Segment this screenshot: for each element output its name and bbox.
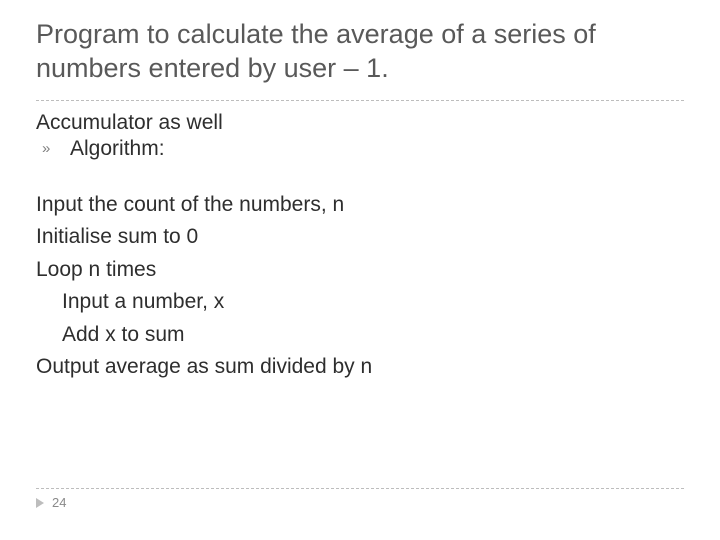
algo-step-2: Initialise sum to 0 — [36, 221, 684, 254]
algo-step-1: Input the count of the numbers, n — [36, 189, 684, 222]
slide-title: Program to calculate the average of a se… — [36, 18, 684, 94]
slide-footer: 24 — [36, 488, 684, 510]
algorithm-block: Input the count of the numbers, n Initia… — [36, 189, 684, 384]
intro-text: Accumulator as well — [36, 111, 684, 135]
bullet-label: Algorithm: — [70, 137, 165, 161]
slide: Program to calculate the average of a se… — [0, 0, 720, 540]
footer-divider — [36, 488, 684, 489]
algo-step-5: Add x to sum — [36, 319, 684, 352]
algorithm-bullet: » Algorithm: — [42, 137, 684, 161]
algo-step-3: Loop n times — [36, 254, 684, 287]
algo-step-4: Input a number, x — [36, 286, 684, 319]
algo-step-6: Output average as sum divided by n — [36, 351, 684, 384]
title-divider — [36, 100, 684, 101]
triangle-icon — [36, 498, 44, 508]
bullet-arrow-icon: » — [42, 141, 60, 156]
page-number: 24 — [52, 495, 66, 510]
page-number-row: 24 — [36, 495, 684, 510]
